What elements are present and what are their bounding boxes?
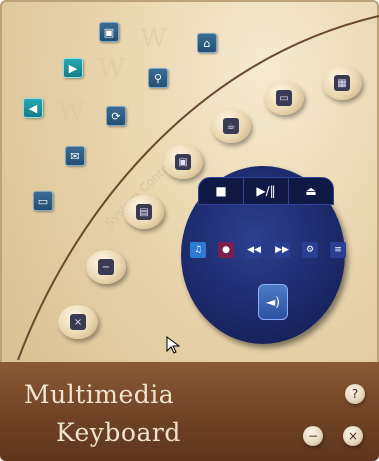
play-pause-icon: ▶/‖: [256, 184, 276, 198]
forward-icon: ▶: [68, 61, 78, 75]
monitor-icon: ▭: [276, 90, 292, 106]
calendar-icon: ▤: [136, 204, 152, 220]
settings-icon: ⚙: [305, 245, 315, 255]
close-window-icon: ×: [347, 429, 359, 443]
monitor-button[interactable]: ▭: [264, 81, 304, 115]
play-pause-button[interactable]: ▶/‖: [243, 177, 289, 205]
search-icon: ⚲: [153, 71, 163, 85]
home-button[interactable]: ▣: [99, 22, 119, 42]
refresh-icon: ⟳: [111, 109, 121, 123]
coffee-button[interactable]: ☕: [211, 109, 251, 143]
playlist-button[interactable]: ≡: [330, 242, 346, 258]
my-computer-icon: ⌂: [203, 36, 211, 50]
my-computer-button[interactable]: ⌂: [197, 33, 217, 53]
calculator-icon: ▦: [334, 75, 350, 91]
settings-button[interactable]: ⚙: [302, 242, 318, 258]
help-button[interactable]: ?: [345, 384, 365, 404]
forward-button[interactable]: ▶: [63, 58, 83, 78]
camera-icon: ▣: [175, 154, 191, 170]
help-icon: ?: [351, 387, 359, 401]
minimize-button[interactable]: −: [303, 426, 323, 446]
folder-icon: ▭: [37, 194, 49, 208]
calculator-button[interactable]: ▦: [322, 66, 362, 100]
coffee-icon: ☕: [223, 118, 239, 134]
refresh-button[interactable]: ⟳: [106, 106, 126, 126]
decorative-letter: W: [140, 24, 167, 54]
folder-button[interactable]: ▭: [33, 191, 53, 211]
decorative-letter: W: [98, 54, 125, 84]
close-button[interactable]: ×: [343, 426, 363, 446]
close-icon: ×: [70, 314, 86, 330]
record-button[interactable]: ●: [218, 242, 234, 258]
search-button[interactable]: ⚲: [148, 68, 168, 88]
previous-track-button[interactable]: ◀◀: [246, 242, 262, 258]
volume-icon: ◄): [266, 295, 280, 309]
minimize-window-icon: −: [307, 429, 319, 443]
record-icon: ●: [222, 245, 230, 255]
next-track-button[interactable]: ▶▶: [274, 242, 290, 258]
eject-icon: ⏏: [305, 184, 317, 198]
decorative-letter: W: [58, 98, 85, 128]
mail-icon: ✉: [70, 149, 80, 163]
app-title-line-2: Keyboard: [56, 418, 181, 447]
minimize-icon: −: [98, 259, 114, 275]
media-player-button[interactable]: ♫: [190, 242, 206, 258]
stop-icon: ■: [215, 184, 227, 198]
calendar-button[interactable]: ▤: [124, 195, 164, 229]
mouse-pointer-icon: [166, 336, 180, 354]
back-button[interactable]: ◀: [23, 98, 43, 118]
app-title-line-1: Multimedia: [24, 380, 175, 409]
minimize-pill-button[interactable]: −: [86, 250, 126, 284]
home-icon: ▣: [103, 25, 115, 39]
back-icon: ◀: [28, 101, 38, 115]
close-pill-button[interactable]: ×: [58, 305, 98, 339]
mail-button[interactable]: ✉: [65, 146, 85, 166]
playlist-icon: ≡: [334, 245, 342, 255]
next-track-icon: ▶▶: [275, 245, 289, 255]
stop-button[interactable]: ■: [198, 177, 244, 205]
volume-control[interactable]: ◄): [258, 284, 288, 320]
camera-button[interactable]: ▣: [163, 145, 203, 179]
previous-track-icon: ◀◀: [247, 245, 261, 255]
eject-button[interactable]: ⏏: [288, 177, 334, 205]
media-player-icon: ♫: [193, 245, 203, 255]
multimedia-keyboard-window: System Controller W W W ▣ ⌂ ▶ ⚲ ◀ ⟳ ✉ ▭ …: [0, 0, 379, 461]
